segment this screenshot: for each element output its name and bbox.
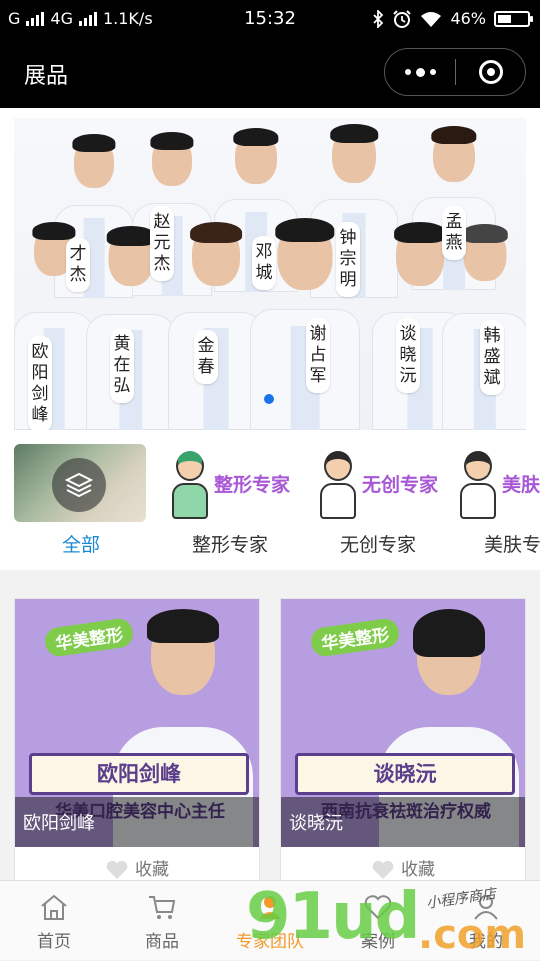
banner-carousel[interactable]: 才杰 赵元杰 邓城 钟宗明 孟燕欧阳剑峰 黄在弘 金春 谢占军 谈晓沅 韩盛斌 [0,108,540,430]
doctor-cartoon-icon [318,445,358,521]
carousel-indicator[interactable] [264,394,274,404]
doctor-name-card: 邓城 [252,236,276,290]
doctor-name-card: 韩盛斌 [480,320,504,395]
category-skincare-art: 美肤 [458,444,540,522]
doctors-group-photo: 才杰 赵元杰 邓城 钟宗明 孟燕欧阳剑峰 黄在弘 金春 谢占军 谈晓沅 韩盛斌 [14,118,526,430]
doctor-name-card: 谢占军 [306,318,330,393]
card-sign: 谈晓沅 [295,753,515,795]
wifi-icon [421,11,442,27]
doctor-name-card: 孟燕 [442,206,466,260]
card-sign: 欧阳剑峰 [29,753,249,795]
favorite-label: 收藏 [401,860,435,880]
watermark-logo: 91ud [246,880,420,954]
expert-card-image: 华美整形 谈晓沅 西南抗衰祛斑治疗权威 谈晓沅 [281,599,525,847]
woman-cartoon-icon [458,445,498,521]
alarm-icon [393,9,412,28]
expert-name: 欧阳剑峰 [23,813,95,834]
doctor-name-card: 黄在弘 [110,328,134,403]
category-skincare[interactable]: 美肤 美肤专 [458,444,540,556]
nav-bar: 展品 [0,38,540,108]
tab-products[interactable]: 商品 [108,881,216,961]
page-title: 展品 [24,64,69,89]
doctor-name-card: 金春 [194,330,218,384]
close-miniprogram-button[interactable] [456,60,525,84]
category-all-label: 全部 [61,534,100,556]
category-noninvasive-art: 无创专家 [308,444,448,522]
heart-icon [106,860,128,879]
category-noninvasive-label: 无创专家 [339,534,416,556]
expert-card[interactable]: 华美整形 谈晓沅 西南抗衰祛斑治疗权威 谈晓沅 收藏 [280,598,526,898]
heart-icon [372,860,394,879]
favorite-button[interactable]: 收藏 [15,855,259,880]
category-all-image [14,444,146,522]
target-icon [478,60,503,84]
doctor-name-card: 才杰 [66,238,90,292]
category-all[interactable]: 全部 [14,444,148,556]
category-plastic-art-text: 整形专家 [213,473,290,496]
expert-card[interactable]: 华美整形 欧阳剑峰 华美口腔美容中心主任 欧阳剑峰 收藏 [14,598,260,898]
status-right: 46% [372,9,533,28]
bluetooth-icon [373,9,384,28]
cart-icon [149,896,176,919]
tab-home[interactable]: 首页 [0,881,108,961]
status-bar: G 4G 1.1K/s 15:32 46% [0,0,540,38]
category-plastic-label: 整形专家 [191,534,268,556]
category-row: 全部 整形专家 整形专家 无创专家 无创专家 美肤 美肤专 [0,430,540,570]
category-plastic-art: 整形专家 [160,444,300,522]
expert-name: 谈晓沅 [289,813,343,834]
battery-percent: 46% [450,9,486,28]
expert-card-image: 华美整形 欧阳剑峰 华美口腔美容中心主任 欧阳剑峰 [15,599,259,847]
layers-icon [52,458,106,512]
battery-icon [494,10,533,27]
surgeon-cartoon-icon [170,445,210,521]
tab-home-label: 首页 [37,932,71,952]
doctor-name-card: 谈晓沅 [396,318,420,393]
category-skincare-label: 美肤专 [484,534,540,556]
watermark-suffix: .com [418,912,527,958]
tab-products-label: 商品 [145,932,179,952]
doctor-name-card: 钟宗明 [336,222,360,297]
category-noninvasive[interactable]: 无创专家 无创专家 [308,444,448,556]
category-plastic-surgery[interactable]: 整形专家 整形专家 [160,444,300,556]
category-skincare-art-text: 美肤 [502,473,540,496]
favorite-button[interactable]: 收藏 [281,855,525,880]
favorite-label: 收藏 [135,860,169,880]
category-noninvasive-art-text: 无创专家 [361,473,438,496]
home-icon [41,894,67,920]
doctor-name-card: 欧阳剑峰 [28,336,52,430]
miniprogram-capsule [384,48,526,96]
section-divider [0,570,540,584]
more-menu-button[interactable] [385,49,455,95]
doctor-name-card: 赵元杰 [150,206,174,281]
